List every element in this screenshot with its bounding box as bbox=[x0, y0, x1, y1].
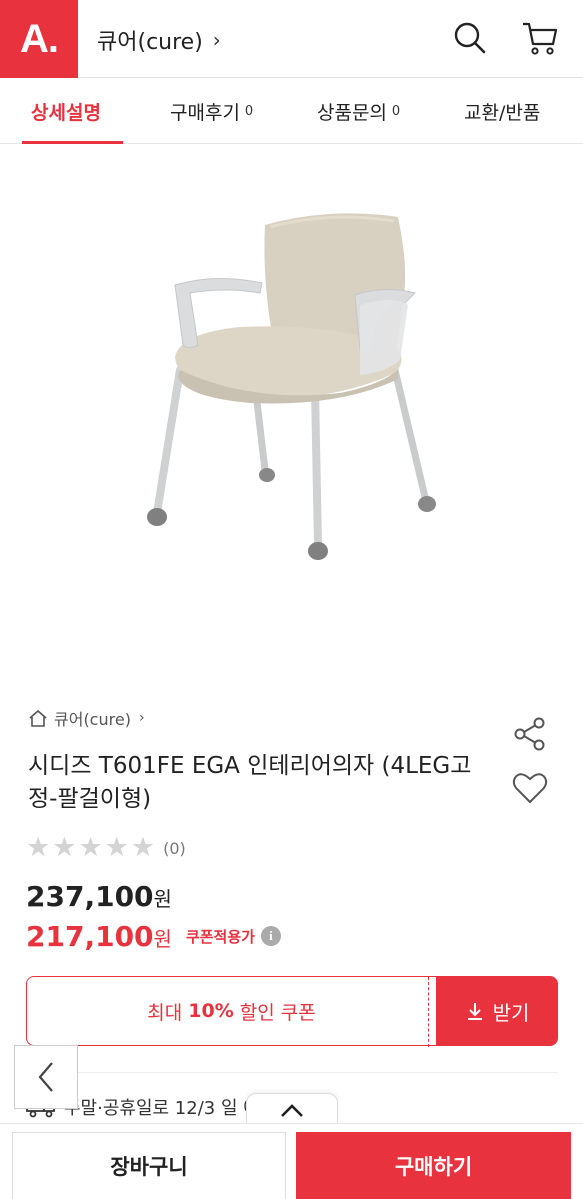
section-divider bbox=[26, 1072, 558, 1073]
search-icon[interactable] bbox=[450, 18, 490, 58]
info-icon[interactable]: i bbox=[260, 926, 281, 946]
home-icon bbox=[28, 709, 48, 727]
product-tabs: 상세설명 구매후기 0 상품문의 0 교환/반품 bbox=[0, 78, 583, 144]
coupon-percent: 10% bbox=[188, 1000, 234, 1022]
app-header: A. 큐어(cure) › bbox=[0, 0, 583, 78]
app-logo[interactable]: A. bbox=[0, 0, 78, 78]
price-sale-value: 217,100 bbox=[26, 919, 154, 953]
price-sale-row: 217,100원 쿠폰적용가 i bbox=[26, 918, 281, 954]
shipping-text: 주말·공휴일로 12/3 일 예정 bbox=[64, 1098, 277, 1119]
chevron-left-icon bbox=[38, 1062, 53, 1092]
add-to-cart-button[interactable]: 장바구니 bbox=[12, 1132, 286, 1199]
back-button[interactable] bbox=[14, 1045, 78, 1109]
star-icon: ★ bbox=[78, 832, 103, 863]
coupon-suffix: 할인 쿠폰 bbox=[239, 1001, 316, 1024]
active-tab-indicator bbox=[22, 141, 123, 144]
tab-label: 교환/반품 bbox=[464, 101, 541, 124]
collapse-handle[interactable] bbox=[246, 1093, 338, 1127]
chevron-right-icon: › bbox=[138, 710, 145, 726]
breadcrumb-brand: 큐어(cure) bbox=[54, 710, 131, 729]
wishlist-button[interactable] bbox=[510, 768, 550, 808]
brand-name: 큐어(cure) bbox=[97, 30, 203, 55]
product-title: 시디즈 T601FE EGA 인테리어의자 (4LEG고정-팔걸이형) bbox=[28, 753, 472, 812]
coupon-download-button[interactable]: 받기 bbox=[436, 976, 558, 1046]
tab-count: 0 bbox=[244, 103, 254, 119]
tab-count: 0 bbox=[391, 103, 401, 119]
star-icon: ★ bbox=[130, 832, 156, 863]
tab-detail[interactable]: 상세설명 bbox=[31, 78, 101, 144]
bottom-action-bar: 장바구니 구매하기 bbox=[0, 1123, 583, 1199]
price-sale: 217,100원 bbox=[26, 920, 172, 953]
buy-now-button[interactable]: 구매하기 bbox=[296, 1132, 571, 1199]
tab-returns[interactable]: 교환/반품 bbox=[464, 78, 540, 144]
cart-icon[interactable] bbox=[520, 18, 560, 58]
star-icon: ★ bbox=[52, 832, 77, 863]
tab-reviews[interactable]: 구매후기 0 bbox=[170, 78, 253, 144]
tab-label: 구매후기 bbox=[170, 101, 240, 124]
currency-unit: 원 bbox=[153, 926, 172, 951]
tab-label: 상품문의 bbox=[317, 101, 387, 124]
star-icon: ★ bbox=[26, 832, 51, 863]
coupon-price-label: 쿠폰적용가 bbox=[185, 927, 255, 946]
coupon-download-label: 받기 bbox=[492, 1000, 530, 1025]
office-chair-image bbox=[147, 213, 436, 560]
star-icon: ★ bbox=[104, 832, 129, 863]
tab-questions[interactable]: 상품문의 0 bbox=[317, 78, 400, 144]
share-button[interactable] bbox=[510, 714, 550, 754]
breadcrumb[interactable]: 큐어(cure) › bbox=[28, 706, 145, 730]
share-icon bbox=[514, 717, 545, 751]
heart-icon bbox=[512, 773, 548, 804]
product-image[interactable] bbox=[0, 145, 583, 685]
chevron-up-icon bbox=[281, 1103, 303, 1117]
tab-label: 상세설명 bbox=[31, 101, 101, 124]
currency-unit: 원 bbox=[153, 887, 172, 911]
price-original: 237,100원 bbox=[26, 880, 172, 913]
rating[interactable]: ★ ★ ★ ★ ★ (0) bbox=[26, 834, 186, 862]
coupon-prefix: 최대 bbox=[147, 1001, 183, 1024]
download-icon bbox=[465, 1001, 485, 1021]
coupon-banner[interactable]: 최대 10% 할인 쿠폰 bbox=[26, 976, 436, 1047]
review-count: (0) bbox=[163, 838, 186, 858]
brand-link[interactable]: 큐어(cure) › bbox=[97, 22, 221, 58]
chevron-right-icon: › bbox=[212, 28, 221, 52]
price-original-value: 237,100 bbox=[26, 880, 154, 913]
